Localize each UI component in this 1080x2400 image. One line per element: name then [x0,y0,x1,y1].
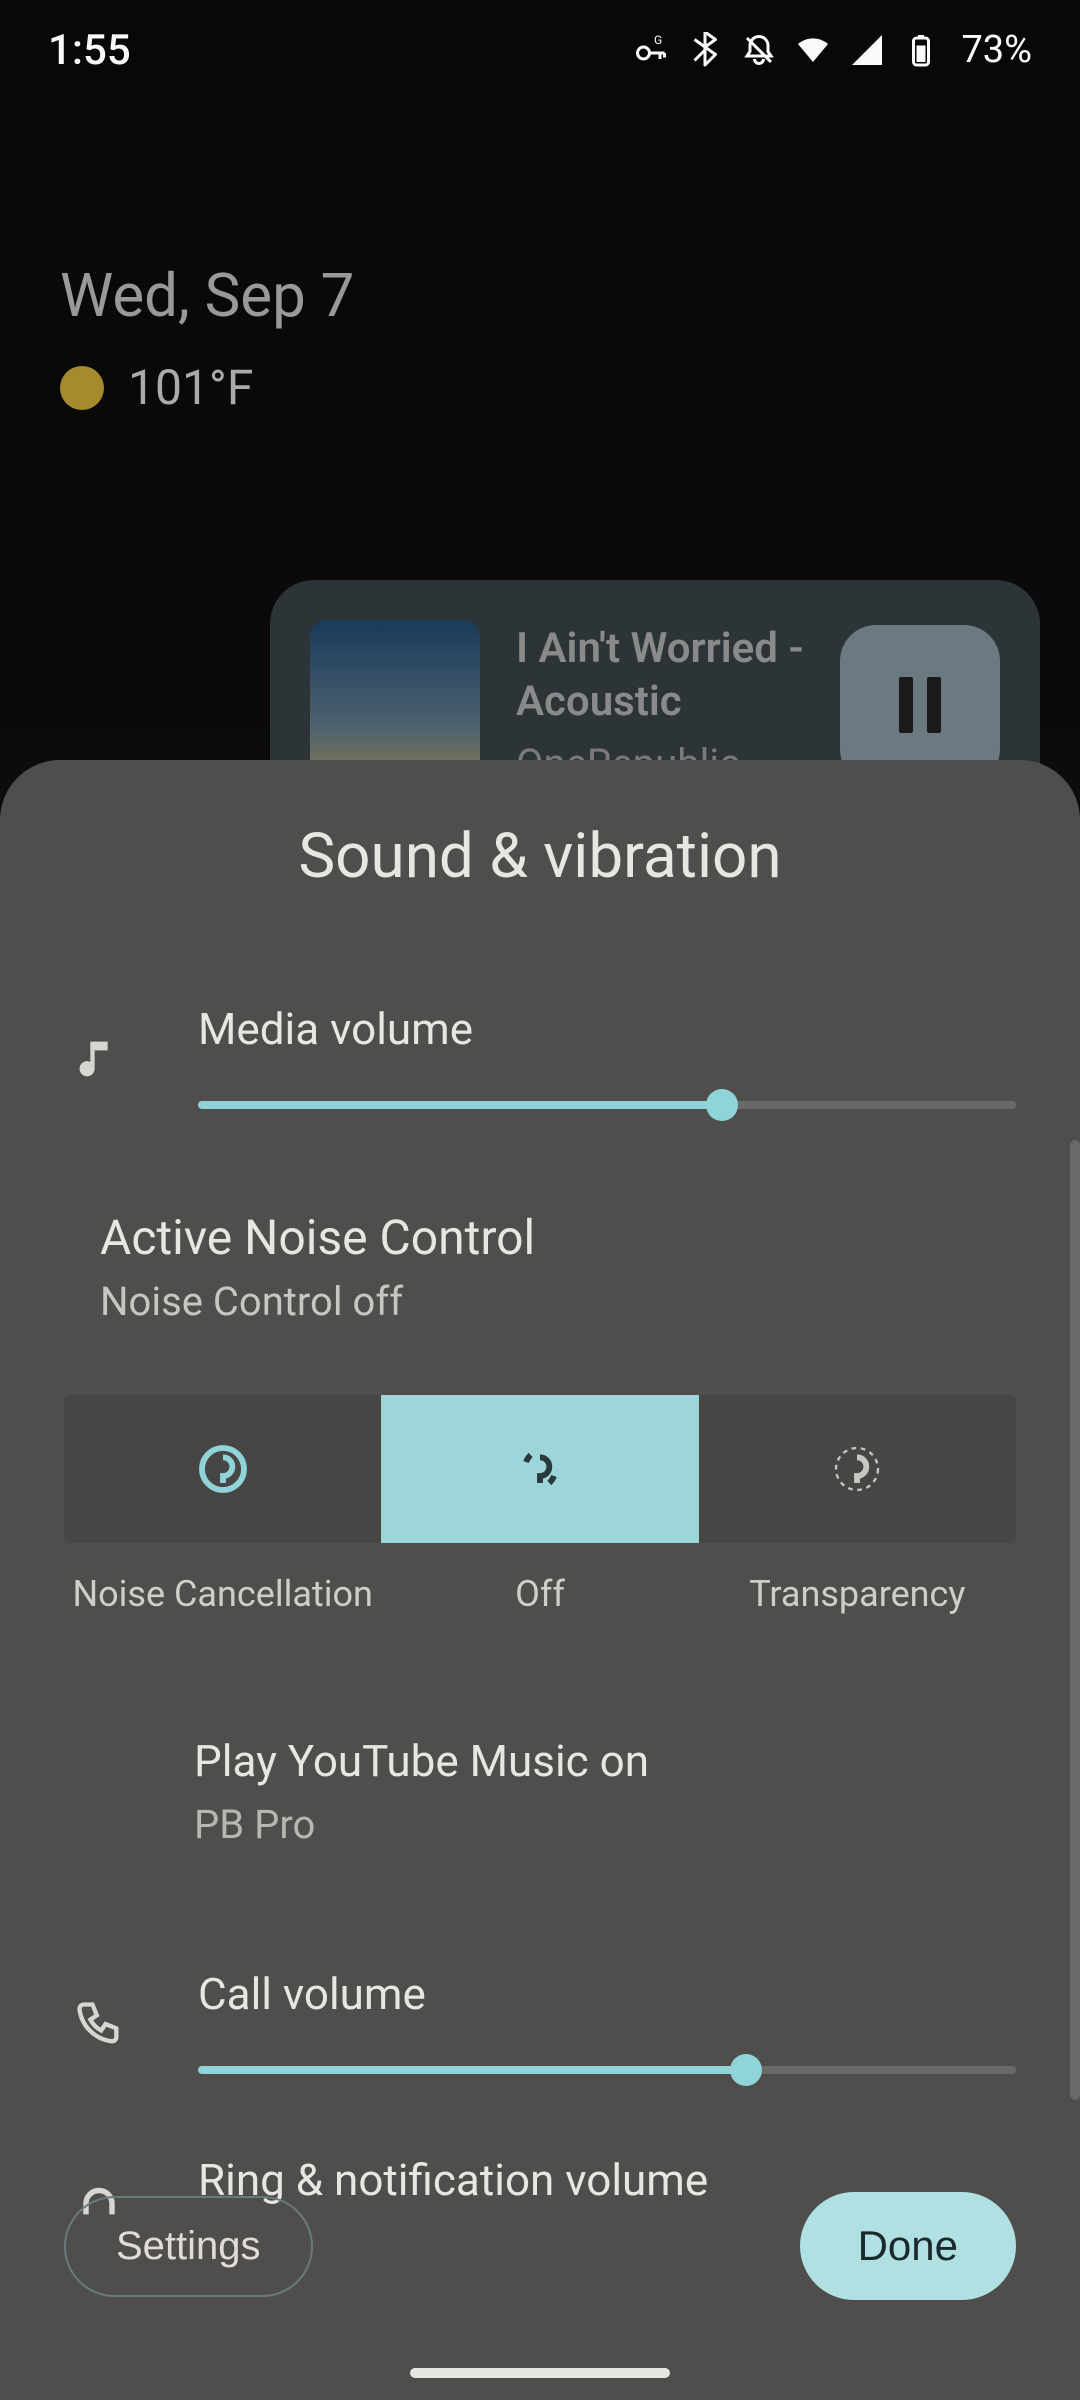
battery-icon [903,32,939,68]
play-on-device: PB Pro [194,1801,1016,1848]
anc-section: Active Noise Control Noise Control off N… [64,1209,1016,1615]
anc-label-nc: Noise Cancellation [64,1573,381,1615]
svg-text:G: G [654,33,662,47]
anc-subtitle: Noise Control off [64,1278,1016,1325]
anc-option-off[interactable] [381,1395,698,1543]
call-volume-row: Call volume [64,1968,1016,2074]
weather-widget[interactable]: 101°F [60,359,1020,416]
anc-label-transparency: Transparency [699,1573,1016,1615]
anc-transparency-icon [829,1441,885,1497]
anc-off-icon [512,1441,568,1497]
anc-title: Active Noise Control [64,1209,1016,1266]
sheet-title: Sound & vibration [64,820,1016,893]
call-volume-slider[interactable] [198,2066,1016,2074]
dnd-icon [741,32,777,68]
play-on-row[interactable]: Play YouTube Music on PB Pro [64,1735,1016,1848]
anc-option-noise-cancellation[interactable] [64,1395,381,1543]
pause-icon [899,677,941,733]
media-volume-row: Media volume [64,1003,1016,1109]
scrollbar[interactable] [1070,1140,1080,2100]
media-title: I Ain't Worried - Acoustic [516,623,804,728]
call-volume-label: Call volume [198,1968,1016,2020]
sound-vibration-sheet: Sound & vibration Media volume Active No… [0,760,1080,2400]
weather-temp: 101°F [128,359,253,416]
settings-button[interactable]: Settings [64,2196,313,2297]
status-bar: 1:55 G 73% [0,0,1080,100]
media-volume-slider[interactable] [198,1101,1016,1109]
signal-icon [849,32,885,68]
anc-toggle-group [64,1395,1016,1543]
media-volume-label: Media volume [198,1003,1016,1055]
status-icons: G 73% [633,28,1032,72]
bluetooth-icon [687,32,723,68]
vpn-key-icon: G [633,32,669,68]
anc-labels: Noise Cancellation Off Transparency [64,1573,1016,1615]
navigation-handle[interactable] [410,2368,670,2378]
wifi-icon [795,32,831,68]
battery-percent: 73% [961,28,1032,72]
done-button[interactable]: Done [800,2192,1016,2300]
sheet-actions: Settings Done [64,2192,1016,2300]
status-time: 1:55 [48,26,131,75]
anc-nc-icon [195,1441,251,1497]
music-note-icon [64,1003,134,1085]
anc-label-off: Off [381,1573,698,1615]
phone-icon [64,1968,134,2050]
home-date: Wed, Sep 7 [60,260,1020,331]
play-on-label: Play YouTube Music on [194,1735,1016,1787]
anc-option-transparency[interactable] [699,1395,1016,1543]
sun-icon [60,366,104,410]
home-screen-content: Wed, Sep 7 101°F [60,260,1020,416]
